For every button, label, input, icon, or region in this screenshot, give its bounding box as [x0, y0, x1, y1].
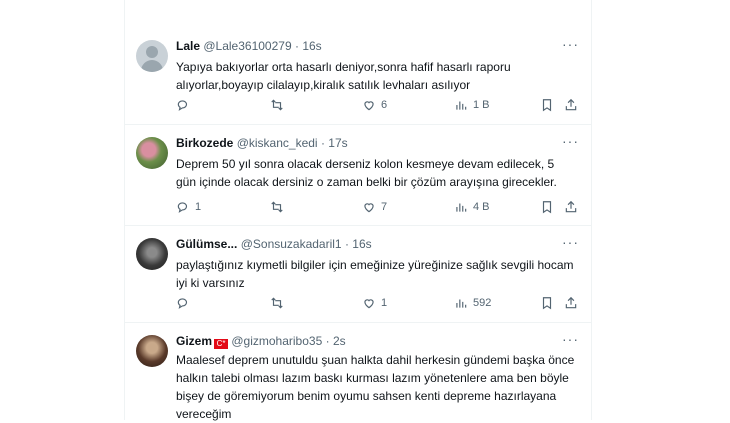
share-icon: [565, 98, 577, 111]
tweet-time[interactable]: 17s: [328, 136, 347, 150]
tweet[interactable]: Gülümse... @Sonsuzakadaril1 · 16s ··· pa…: [124, 226, 591, 323]
views-button[interactable]: 592: [454, 294, 491, 312]
like-button[interactable]: 7: [362, 198, 387, 216]
tweet[interactable]: Birkozede @kiskanc_kedi · 17s ··· Deprem…: [124, 125, 591, 226]
retweet-button[interactable]: [270, 198, 289, 216]
share-icon: [565, 200, 577, 213]
author-name[interactable]: Gizem: [176, 334, 212, 348]
reply-icon: [177, 298, 188, 309]
tweet-time[interactable]: 2s: [333, 334, 346, 348]
flower-avatar-icon[interactable]: [136, 137, 168, 169]
separator-dot: ·: [294, 39, 299, 53]
separator-dot: ·: [344, 237, 349, 251]
retweet-icon: [271, 297, 283, 309]
bookmark-icon: [542, 297, 552, 310]
tweet-actions: 1 592: [176, 294, 581, 312]
tweet-text: Maalesef deprem unutuldu şuan halkta dah…: [176, 353, 575, 421]
reply-count: 1: [195, 201, 202, 213]
views-button[interactable]: 1 B: [454, 96, 490, 114]
views-button[interactable]: 4 B: [454, 198, 490, 216]
like-button[interactable]: 6: [362, 96, 387, 114]
tweet-header: Gizem C* @gizmoharibo35 · 2s: [176, 334, 581, 351]
tweet-time[interactable]: 16s: [352, 237, 371, 251]
like-count: 7: [381, 201, 388, 213]
heart-icon: [364, 101, 374, 111]
tweet-actions: 6 1 B: [176, 96, 581, 114]
views-chart-icon: [456, 203, 467, 212]
views-chart-icon: [456, 101, 467, 110]
view-count: 592: [473, 297, 492, 309]
share-button[interactable]: [564, 198, 578, 216]
retweet-button[interactable]: [270, 294, 289, 312]
heart-icon: [364, 203, 374, 213]
retweet-icon: [271, 99, 283, 111]
tweet-text: Yapıya bakıyorlar orta hasarlı deniyor,s…: [176, 60, 511, 92]
tweet-text: paylaştığınız kıymetli bilgiler için eme…: [176, 258, 574, 290]
like-count: 1: [381, 297, 388, 309]
more-options-icon[interactable]: ···: [562, 133, 579, 149]
retweet-button[interactable]: [270, 96, 289, 114]
bookmark-button[interactable]: [540, 294, 554, 312]
tweet-time[interactable]: 16s: [302, 39, 321, 53]
bookmark-button[interactable]: [540, 198, 554, 216]
more-options-icon[interactable]: ···: [562, 36, 579, 52]
author-name[interactable]: Lale: [176, 39, 200, 53]
separator-dot: ·: [325, 334, 330, 348]
portrait-avatar-icon[interactable]: [136, 335, 168, 367]
share-button[interactable]: [564, 294, 578, 312]
author-name[interactable]: Birkozede: [176, 136, 233, 150]
like-count: 6: [381, 99, 388, 111]
author-handle[interactable]: @Sonsuzakadaril1: [241, 237, 342, 251]
view-count: 1 B: [473, 99, 490, 111]
heart-icon: [364, 299, 374, 309]
like-button[interactable]: 1: [362, 294, 387, 312]
reply-button[interactable]: [176, 96, 195, 114]
tweet[interactable]: Lale @Lale36100279 · 16s ··· Yapıya bakı…: [124, 28, 591, 125]
tweet-header: Birkozede @kiskanc_kedi · 17s: [176, 136, 581, 153]
tweet-header: Gülümse... @Sonsuzakadaril1 · 16s: [176, 237, 581, 254]
tweet[interactable]: Gizem C* @gizmoharibo35 · 2s ··· Maalesef…: [124, 323, 591, 421]
share-button[interactable]: [564, 96, 578, 114]
more-options-icon[interactable]: ···: [562, 234, 579, 250]
portrait-avatar-icon[interactable]: [136, 238, 168, 270]
reply-icon: [177, 202, 188, 213]
author-handle[interactable]: @gizmoharibo35: [231, 334, 322, 348]
tweet-text: Deprem 50 yıl sonra olacak derseniz kolo…: [176, 157, 557, 189]
views-chart-icon: [456, 299, 467, 308]
bookmark-icon: [542, 201, 552, 214]
reply-button[interactable]: 1: [176, 198, 201, 216]
turkish-flag-icon: C*: [214, 339, 229, 349]
author-handle[interactable]: @Lale36100279: [203, 39, 291, 53]
bookmark-button[interactable]: [540, 96, 554, 114]
author-name[interactable]: Gülümse...: [176, 237, 237, 251]
timeline-right-border: [591, 0, 592, 420]
retweet-icon: [271, 201, 283, 213]
more-options-icon[interactable]: ···: [562, 331, 579, 347]
default-avatar-icon[interactable]: [136, 40, 168, 72]
reply-button[interactable]: [176, 294, 195, 312]
separator-dot: ·: [320, 136, 325, 150]
view-count: 4 B: [473, 201, 490, 213]
bookmark-icon: [542, 99, 552, 112]
tweet-actions: 1 7 4 B: [176, 198, 581, 216]
share-icon: [565, 296, 577, 309]
author-handle[interactable]: @kiskanc_kedi: [237, 136, 318, 150]
tweet-header: Lale @Lale36100279 · 16s: [176, 39, 581, 56]
reply-icon: [177, 100, 188, 111]
